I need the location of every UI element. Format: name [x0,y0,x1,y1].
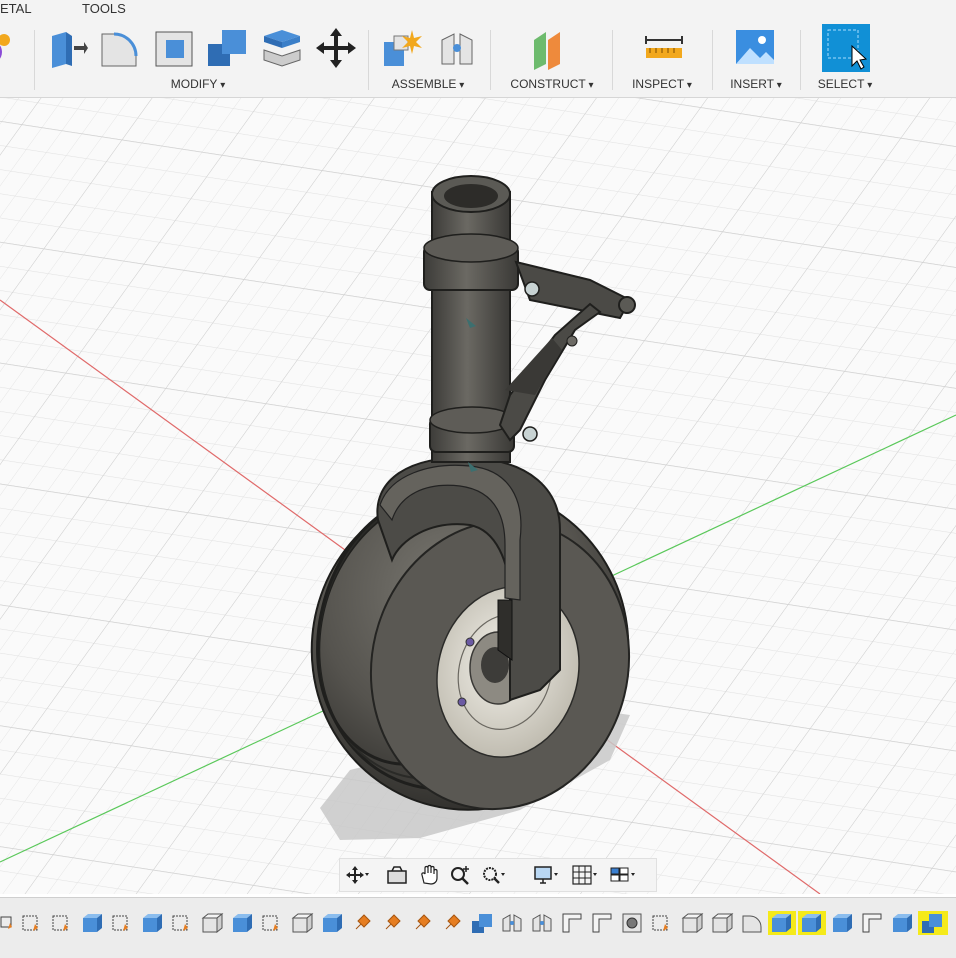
separator [712,30,713,90]
timeline-extrude-icon[interactable] [890,911,914,935]
timeline-sketch-icon[interactable] [20,911,44,935]
select-icon[interactable] [822,24,870,72]
timeline-combine-icon[interactable] [470,911,494,935]
select-menu[interactable]: SELECT [818,77,873,91]
timeline-joint-icon[interactable] [530,911,554,935]
timeline-extrude-icon[interactable] [320,911,344,935]
new-component-icon[interactable] [380,26,424,70]
timeline-bar [0,897,956,958]
separator [612,30,613,90]
timeline-plane-icon[interactable] [560,911,584,935]
timeline-combine-highlighted-icon[interactable] [918,911,948,935]
timeline-fillet-icon[interactable] [740,911,764,935]
timeline-extrude-icon[interactable] [80,911,104,935]
timeline-pin-icon[interactable] [440,911,464,935]
orbit-icon[interactable] [344,863,370,887]
timeline-box-icon[interactable] [290,911,314,935]
timeline-box-icon[interactable] [710,911,734,935]
display-settings-icon[interactable] [532,863,558,887]
pan-icon[interactable] [416,863,442,887]
timeline-sketch-icon[interactable] [170,911,194,935]
construct-menu[interactable]: CONSTRUCT [510,77,593,91]
viewports-icon[interactable] [608,863,635,887]
fit-icon[interactable] [480,863,506,887]
toolbar: ETAL TOOLS MODIFY ASSEMBLE CONSTRUCT [0,0,956,98]
timeline-sketch-icon[interactable] [260,911,284,935]
timeline-extrude-highlighted-icon[interactable] [798,911,826,935]
offset-plane-icon[interactable] [530,26,574,70]
timeline-plane-icon[interactable] [860,911,884,935]
inspect-menu[interactable]: INSPECT [632,77,692,91]
combine-icon[interactable] [206,26,250,70]
separator [490,30,491,90]
timeline-extrude-icon[interactable] [230,911,254,935]
measure-icon[interactable] [642,26,686,70]
timeline-plane-icon[interactable] [590,911,614,935]
separator [368,30,369,90]
timeline-joint-icon[interactable] [500,911,524,935]
timeline-box-icon[interactable] [200,911,224,935]
separator [800,30,801,90]
insert-menu[interactable]: INSERT [730,77,782,91]
timeline-sketch-icon[interactable] [110,911,134,935]
modify-menu[interactable]: MODIFY [171,77,225,91]
tab-sheet-metal[interactable]: ETAL [0,1,32,16]
joint-icon[interactable] [436,26,480,70]
zoom-icon[interactable] [448,863,474,887]
timeline-pin-icon[interactable] [380,911,404,935]
separator [34,30,35,90]
press-pull-icon[interactable] [46,26,90,70]
timeline-sketch-icon[interactable] [650,911,674,935]
insert-image-icon[interactable] [734,26,778,70]
grid-settings-icon[interactable] [570,863,597,887]
assemble-menu[interactable]: ASSEMBLE [392,77,465,91]
offset-face-icon[interactable] [260,26,304,70]
timeline-hole-icon[interactable] [620,911,644,935]
create-form-icon[interactable] [0,26,18,70]
model-scene [0,98,956,894]
timeline-extrude-highlighted-icon[interactable] [768,911,796,935]
timeline-pin-icon[interactable] [410,911,434,935]
fillet-icon[interactable] [98,26,142,70]
canvas-viewport[interactable] [0,98,956,894]
timeline-sketch-icon[interactable] [50,911,74,935]
navigation-bar [339,858,657,892]
timeline-box-icon[interactable] [680,911,704,935]
timeline-extrude-icon[interactable] [830,911,854,935]
move-icon[interactable] [314,26,358,70]
timeline-pin-icon[interactable] [350,911,374,935]
timeline-extrude-icon[interactable] [140,911,164,935]
look-at-icon[interactable] [384,863,410,887]
tab-tools[interactable]: TOOLS [82,1,126,16]
shell-icon[interactable] [152,26,196,70]
